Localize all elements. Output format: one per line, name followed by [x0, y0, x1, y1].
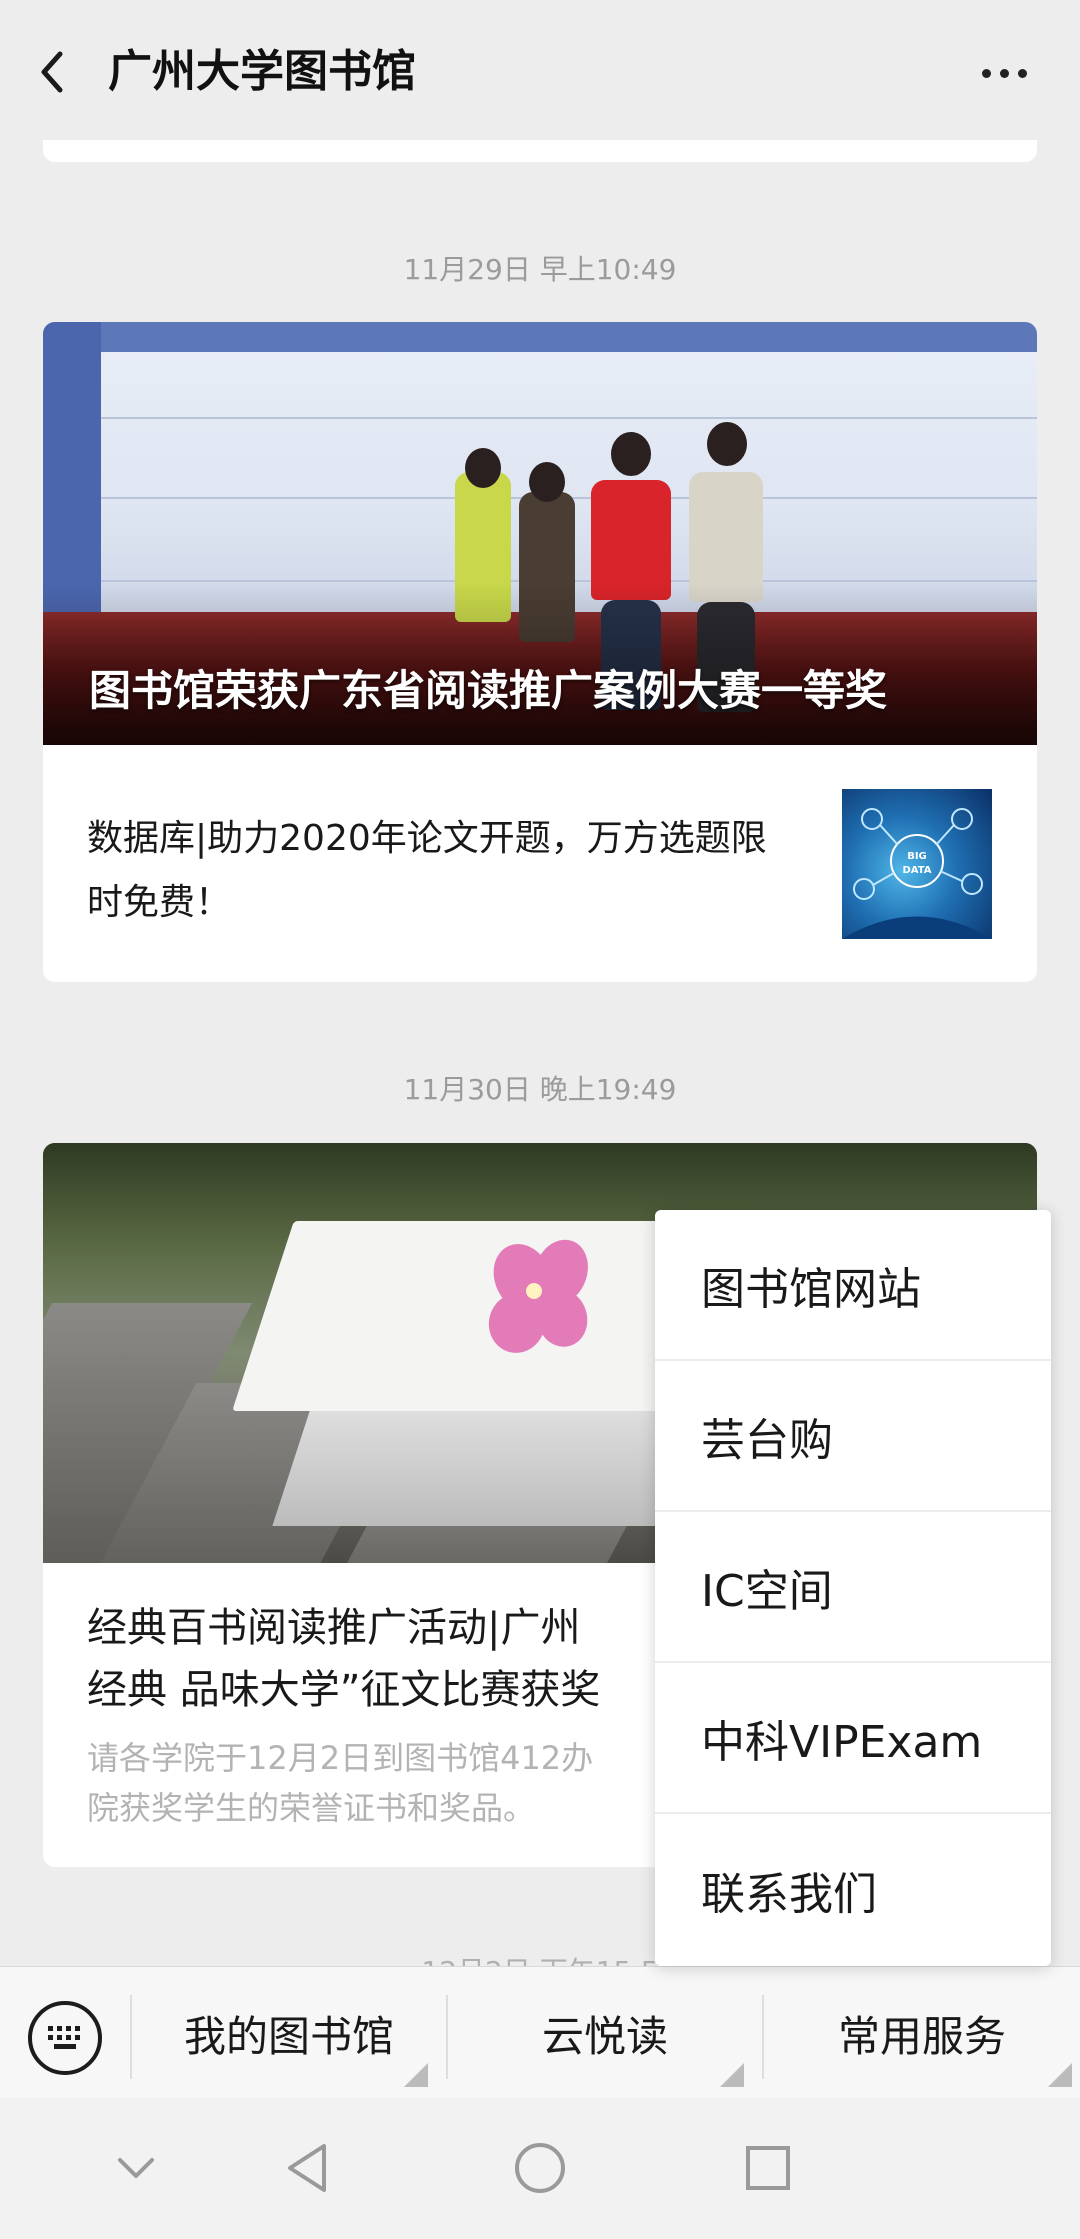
menu-item-ic-space[interactable]: IC空间 — [655, 1512, 1051, 1663]
submenu-indicator-icon — [720, 2063, 744, 2087]
home-circle-icon — [515, 2143, 565, 2193]
message-timestamp: 11月30日 晚上19:49 — [403, 1073, 677, 1106]
hide-nav-button[interactable] — [106, 2138, 166, 2198]
menu-item-contact-us[interactable]: 联系我们 — [655, 1814, 1051, 1965]
top-bar: 广州大学图书馆 — [0, 0, 1080, 140]
menu-button-cloud-reading[interactable]: 云悦读 — [448, 1967, 762, 2099]
thumb-text-data: DATA — [902, 865, 931, 876]
more-options-button[interactable] — [964, 50, 1044, 96]
system-back-button[interactable] — [280, 2138, 340, 2198]
back-triangle-icon — [288, 2144, 326, 2192]
system-navigation-bar — [0, 2098, 1080, 2239]
sub-article-item[interactable]: 数据库|助力2020年论文开题，万方选题限时免费！ BIG DATA — [43, 745, 1037, 975]
ellipsis-icon — [981, 68, 991, 78]
sub-article-thumbnail: BIG DATA — [842, 789, 992, 939]
sub-article-title: 数据库|助力2020年论文开题，万方选题限时免费！ — [87, 818, 767, 923]
recents-square-icon — [746, 2146, 790, 2190]
menu-button-common-services[interactable]: 常用服务 — [764, 1967, 1080, 2099]
thumb-text-big: BIG — [907, 851, 927, 862]
menu-item-library-website[interactable]: 图书馆网站 — [655, 1210, 1051, 1361]
account-bottom-menu: 我的图书馆 云悦读 常用服务 — [0, 1966, 1080, 2098]
service-submenu-popup: 图书馆网站 芸台购 IC空间 中科VIPExam 联系我们 — [655, 1210, 1051, 1966]
wechat-official-account-screen: 广州大学图书馆 11月29日 早上10:49 图书馆荣获广东省阅读推广案例大赛一… — [0, 0, 1080, 2239]
submenu-indicator-icon — [1048, 2063, 1072, 2087]
system-recents-button[interactable] — [738, 2138, 798, 2198]
chevron-left-icon — [41, 51, 63, 93]
message-timestamp: 11月29日 早上10:49 — [403, 253, 677, 286]
main-article-title: 图书馆荣获广东省阅读推广案例大赛一等奖 — [89, 666, 888, 715]
system-home-button[interactable] — [510, 2138, 570, 2198]
article-group-card: 图书馆荣获广东省阅读推广案例大赛一等奖 数据库|助力2020年论文开题，万方选题… — [43, 322, 1037, 982]
menu-button-my-library[interactable]: 我的图书馆 — [132, 1967, 446, 2099]
big-data-graphic: BIG DATA — [842, 808, 992, 939]
menu-item-yuntaigou[interactable]: 芸台购 — [655, 1361, 1051, 1512]
page-title: 广州大学图书馆 — [108, 46, 416, 97]
keyboard-toggle-button[interactable] — [28, 2001, 102, 2075]
chevron-down-icon — [118, 2158, 154, 2178]
menu-item-vipexam[interactable]: 中科VIPExam — [655, 1663, 1051, 1814]
back-button[interactable] — [30, 40, 80, 104]
submenu-indicator-icon — [404, 2063, 428, 2087]
keyboard-icon — [48, 2026, 82, 2050]
main-article-cover[interactable]: 图书馆荣获广东省阅读推广案例大赛一等奖 — [43, 322, 1037, 745]
